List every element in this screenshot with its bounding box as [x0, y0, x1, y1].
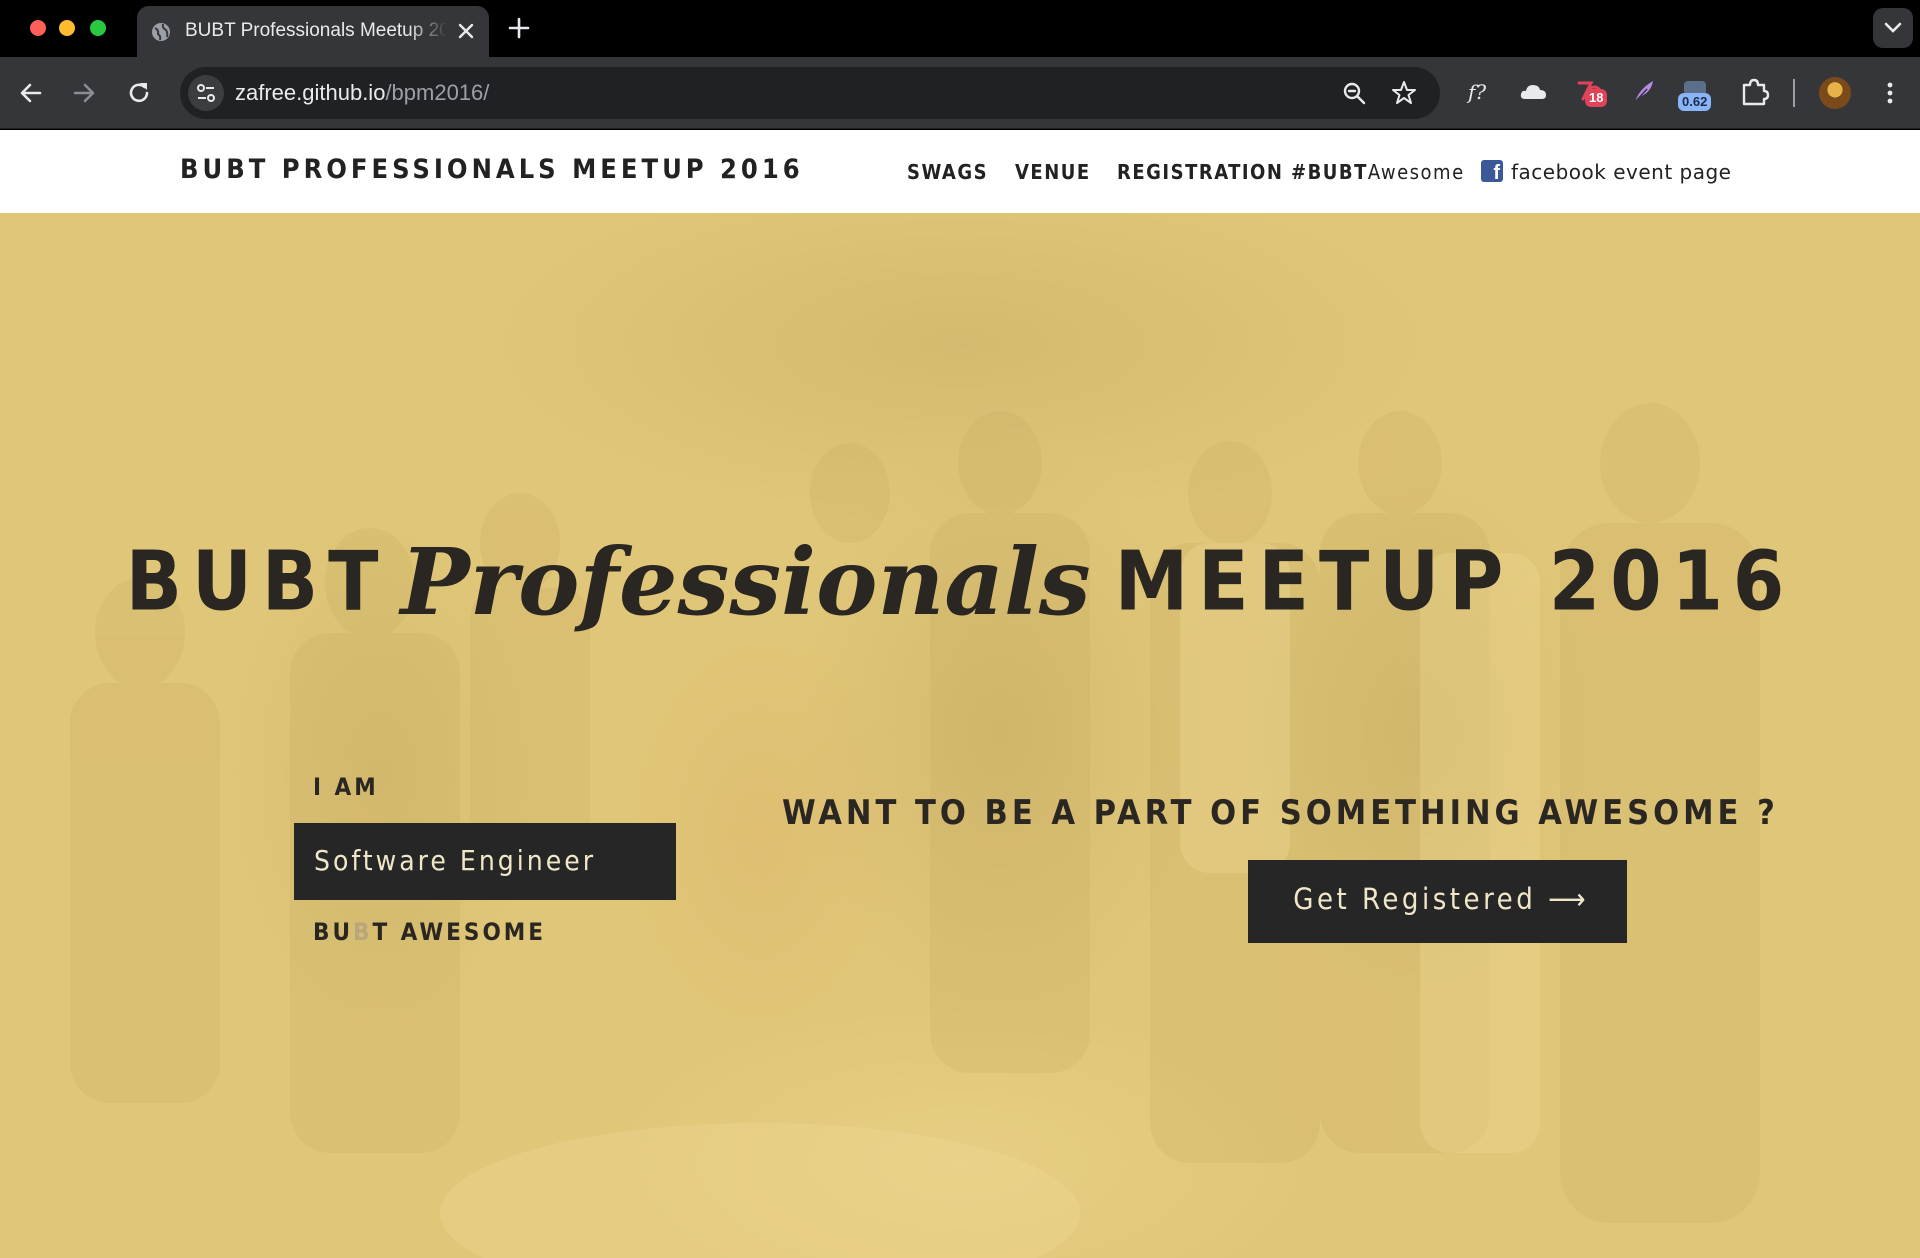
- bubt-awesome-text: BUBT AWESOME: [313, 918, 546, 946]
- awesome-part-b: B: [352, 918, 373, 946]
- blue-extension-icon[interactable]: 0.62: [1678, 75, 1712, 111]
- hashtag-bold-part: #BUBT: [1291, 160, 1368, 184]
- cloud-extension-icon[interactable]: [1517, 75, 1551, 109]
- url-text[interactable]: zafree.github.io/bpm2016/: [235, 80, 489, 106]
- hero-section: BUBT Professionals MEETUP 2016 I AM Softwa…: [0, 213, 1920, 1258]
- kebab-menu-icon[interactable]: [1876, 79, 1904, 107]
- feather-extension-icon[interactable]: [1627, 75, 1661, 109]
- browser-tab-bar: BUBT Professionals Meetup 2016: [0, 0, 1920, 57]
- awesome-part-a: BU: [313, 918, 353, 946]
- reload-icon[interactable]: [125, 79, 153, 107]
- get-registered-label: Get Registered ⟶: [1293, 882, 1589, 916]
- nav-venue[interactable]: VENUE: [1015, 160, 1091, 184]
- hero-title-left: BUBT: [125, 534, 389, 630]
- get-registered-button[interactable]: Get Registered ⟶: [1248, 860, 1627, 943]
- nav-hashtag[interactable]: #BUBTAwesome: [1291, 160, 1465, 184]
- hero-color-overlay: [0, 213, 1920, 1258]
- browser-toolbar: zafree.github.io/bpm2016/ f? 18 0.62: [0, 57, 1920, 129]
- web-page: BUBT PROFESSIONALS MEETUP 2016 SWAGS VEN…: [0, 130, 1920, 1258]
- nav-swags[interactable]: SWAGS: [907, 160, 988, 184]
- tab-search-button[interactable]: [1873, 8, 1913, 48]
- toolbar-divider: [1793, 79, 1795, 107]
- puzzle-icon[interactable]: [1737, 75, 1771, 109]
- cta-heading: WANT TO BE A PART OF SOMETHING AWESOME ?: [782, 793, 1779, 833]
- hero-title-script: Professionals: [400, 528, 1091, 636]
- star-icon[interactable]: [1390, 79, 1418, 107]
- site-navbar: BUBT PROFESSIONALS MEETUP 2016 SWAGS VEN…: [0, 130, 1920, 213]
- site-info-icon[interactable]: [188, 75, 224, 111]
- chevron-down-icon: [1884, 22, 1902, 33]
- red-extension-icon[interactable]: 18: [1573, 75, 1608, 109]
- back-icon[interactable]: [17, 79, 45, 107]
- red-extension-badge: 18: [1585, 89, 1608, 107]
- url-path: /bpm2016/: [385, 80, 490, 105]
- fx-extension-icon[interactable]: f?: [1463, 75, 1497, 109]
- address-bar[interactable]: zafree.github.io/bpm2016/: [180, 67, 1440, 119]
- zoom-icon[interactable]: [1340, 79, 1368, 107]
- maximize-window-button[interactable]: [90, 20, 106, 36]
- globe-icon: [152, 23, 170, 41]
- awesome-part-c: T AWESOME: [372, 918, 547, 946]
- tab-title: BUBT Professionals Meetup 2016: [185, 20, 447, 41]
- plus-icon[interactable]: [505, 14, 533, 42]
- close-icon[interactable]: [454, 19, 478, 43]
- i-am-label: I AM: [313, 773, 379, 801]
- facebook-icon[interactable]: f: [1481, 160, 1503, 182]
- blue-extension-badge: 0.62: [1678, 93, 1712, 111]
- role-rotator-box: Software Engineer: [294, 823, 676, 900]
- hashtag-light-part: Awesome: [1367, 160, 1465, 184]
- minimize-window-button[interactable]: [59, 20, 75, 36]
- hero-title: BUBT Professionals MEETUP 2016: [0, 528, 1920, 636]
- svg-text:f?: f?: [1466, 80, 1486, 104]
- facebook-event-link[interactable]: facebook event page: [1511, 160, 1731, 184]
- hero-title-right: MEETUP 2016: [1114, 534, 1795, 630]
- avatar[interactable]: [1819, 77, 1851, 109]
- url-host: zafree.github.io: [235, 80, 386, 105]
- role-text: Software Engineer: [314, 844, 597, 877]
- site-brand-link[interactable]: BUBT PROFESSIONALS MEETUP 2016: [180, 154, 804, 185]
- nav-registration[interactable]: REGISTRATION: [1117, 160, 1283, 184]
- forward-icon[interactable]: [70, 79, 98, 107]
- active-tab[interactable]: BUBT Professionals Meetup 2016: [137, 6, 489, 57]
- close-window-button[interactable]: [30, 20, 46, 36]
